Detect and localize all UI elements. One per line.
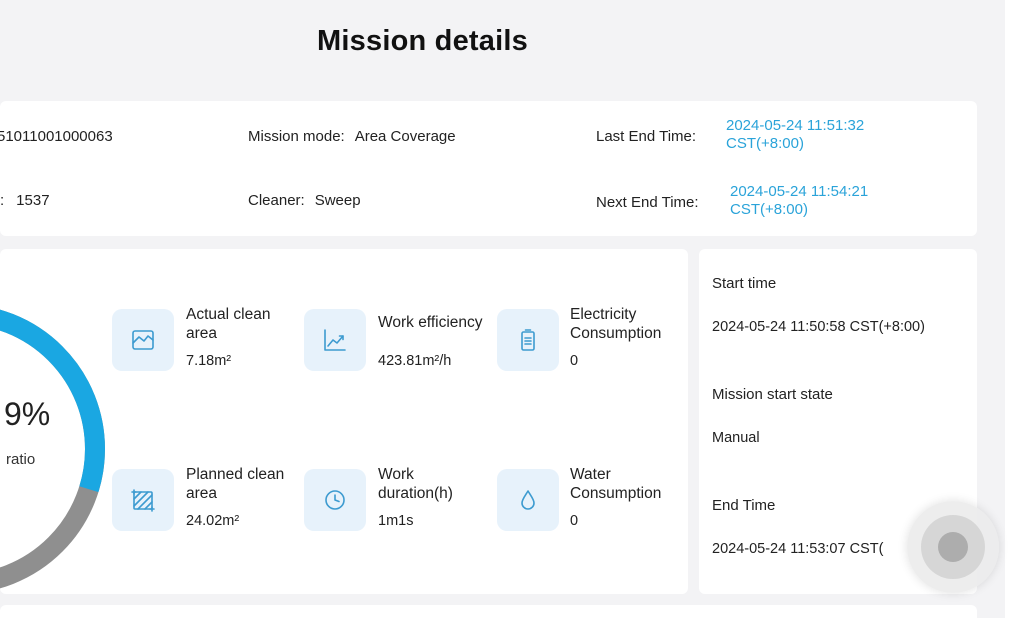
page-header: Mission details bbox=[0, 0, 1005, 88]
electricity-consumption-label-line2: Consumption bbox=[570, 325, 662, 342]
bottom-card bbox=[0, 605, 977, 618]
next-end-time-date: 2024-05-24 11:54:21 bbox=[730, 183, 869, 200]
area-map-icon bbox=[112, 309, 174, 371]
water-consumption-label-line1: Water bbox=[570, 466, 611, 483]
left-field-separator: : bbox=[0, 192, 5, 209]
coverage-percent: 9% bbox=[4, 396, 51, 432]
page-title: Mission details bbox=[317, 24, 528, 57]
cleaner-field: Cleaner: Sweep bbox=[248, 192, 361, 209]
end-time-value: 2024-05-24 11:53:07 CST( bbox=[712, 541, 884, 557]
floating-button-dot-icon bbox=[938, 532, 968, 562]
water-consumption-value: 0 bbox=[570, 513, 579, 529]
battery-icon bbox=[497, 309, 559, 371]
next-end-time-value: 2024-05-24 11:54:21 CST(+8:00) bbox=[730, 183, 868, 219]
planned-clean-area-label: Planned clean area bbox=[186, 465, 284, 503]
coverage-ratio-label: ratio bbox=[6, 451, 36, 468]
last-end-time-timezone: CST(+8:00) bbox=[726, 135, 804, 152]
next-end-time-label: Next End Time: bbox=[596, 194, 699, 211]
water-consumption-label: Water Consumption bbox=[570, 465, 661, 503]
mission-stats-card: 9% ratio Actual clean area 7.18m² Work e… bbox=[0, 249, 688, 594]
work-efficiency-label: Work efficiency bbox=[378, 313, 483, 332]
left-field-value: 1537 bbox=[16, 192, 50, 209]
planned-clean-area-value: 24.02m² bbox=[186, 513, 240, 529]
floating-button-ring bbox=[921, 515, 985, 579]
start-state-value: Manual bbox=[712, 430, 760, 446]
start-state-label: Mission start state bbox=[712, 386, 833, 403]
mission-mode-label: Mission mode: bbox=[248, 128, 345, 145]
work-duration-label: Work duration(h) bbox=[378, 465, 453, 503]
planned-clean-area-label-line2: area bbox=[186, 485, 218, 502]
actual-clean-area-label: Actual clean area bbox=[186, 305, 270, 343]
left-field: :1537 bbox=[0, 192, 50, 209]
cleaner-label: Cleaner: bbox=[248, 192, 305, 209]
water-consumption-label-line2: Consumption bbox=[570, 485, 662, 502]
electricity-consumption-label: Electricity Consumption bbox=[570, 305, 661, 343]
actual-clean-area-label-line1: Actual clean bbox=[186, 306, 271, 323]
mission-id-value: 51011001000063 bbox=[0, 128, 113, 145]
last-end-time-value: 2024-05-24 11:51:32 CST(+8:00) bbox=[726, 117, 864, 153]
work-duration-label-line1: Work bbox=[378, 466, 414, 483]
app-window: Mission details 51011001000063 Mission m… bbox=[0, 0, 1005, 618]
planned-clean-area-label-line1: Planned clean bbox=[186, 466, 285, 483]
work-efficiency-label-line1: Work efficiency bbox=[378, 314, 483, 331]
planned-area-icon bbox=[112, 469, 174, 531]
cleaner-value: Sweep bbox=[314, 192, 361, 209]
start-time-value: 2024-05-24 11:50:58 CST(+8:00) bbox=[712, 319, 925, 335]
end-time-label: End Time bbox=[712, 497, 776, 514]
last-end-time-label: Last End Time: bbox=[596, 128, 697, 145]
work-efficiency-value: 423.81m²/h bbox=[378, 353, 452, 369]
actual-clean-area-label-line2: area bbox=[186, 325, 218, 342]
work-duration-value: 1m1s bbox=[378, 513, 414, 529]
floating-assistive-button[interactable] bbox=[907, 501, 999, 593]
mission-info-card: 51011001000063 Mission mode: Area Coverag… bbox=[0, 101, 977, 236]
mission-mode-value: Area Coverage bbox=[354, 128, 456, 145]
trend-chart-icon bbox=[304, 309, 366, 371]
start-time-label: Start time bbox=[712, 275, 777, 292]
clock-icon bbox=[304, 469, 366, 531]
coverage-ring-chart bbox=[0, 304, 105, 594]
water-drop-icon bbox=[497, 469, 559, 531]
work-duration-label-line2: duration(h) bbox=[378, 485, 453, 502]
mission-mode-field: Mission mode: Area Coverage bbox=[248, 128, 456, 145]
actual-clean-area-value: 7.18m² bbox=[186, 353, 232, 369]
next-end-time-timezone: CST(+8:00) bbox=[730, 201, 808, 218]
electricity-consumption-value: 0 bbox=[570, 353, 579, 369]
electricity-consumption-label-line1: Electricity bbox=[570, 306, 637, 323]
last-end-time-date: 2024-05-24 11:51:32 bbox=[726, 117, 865, 134]
